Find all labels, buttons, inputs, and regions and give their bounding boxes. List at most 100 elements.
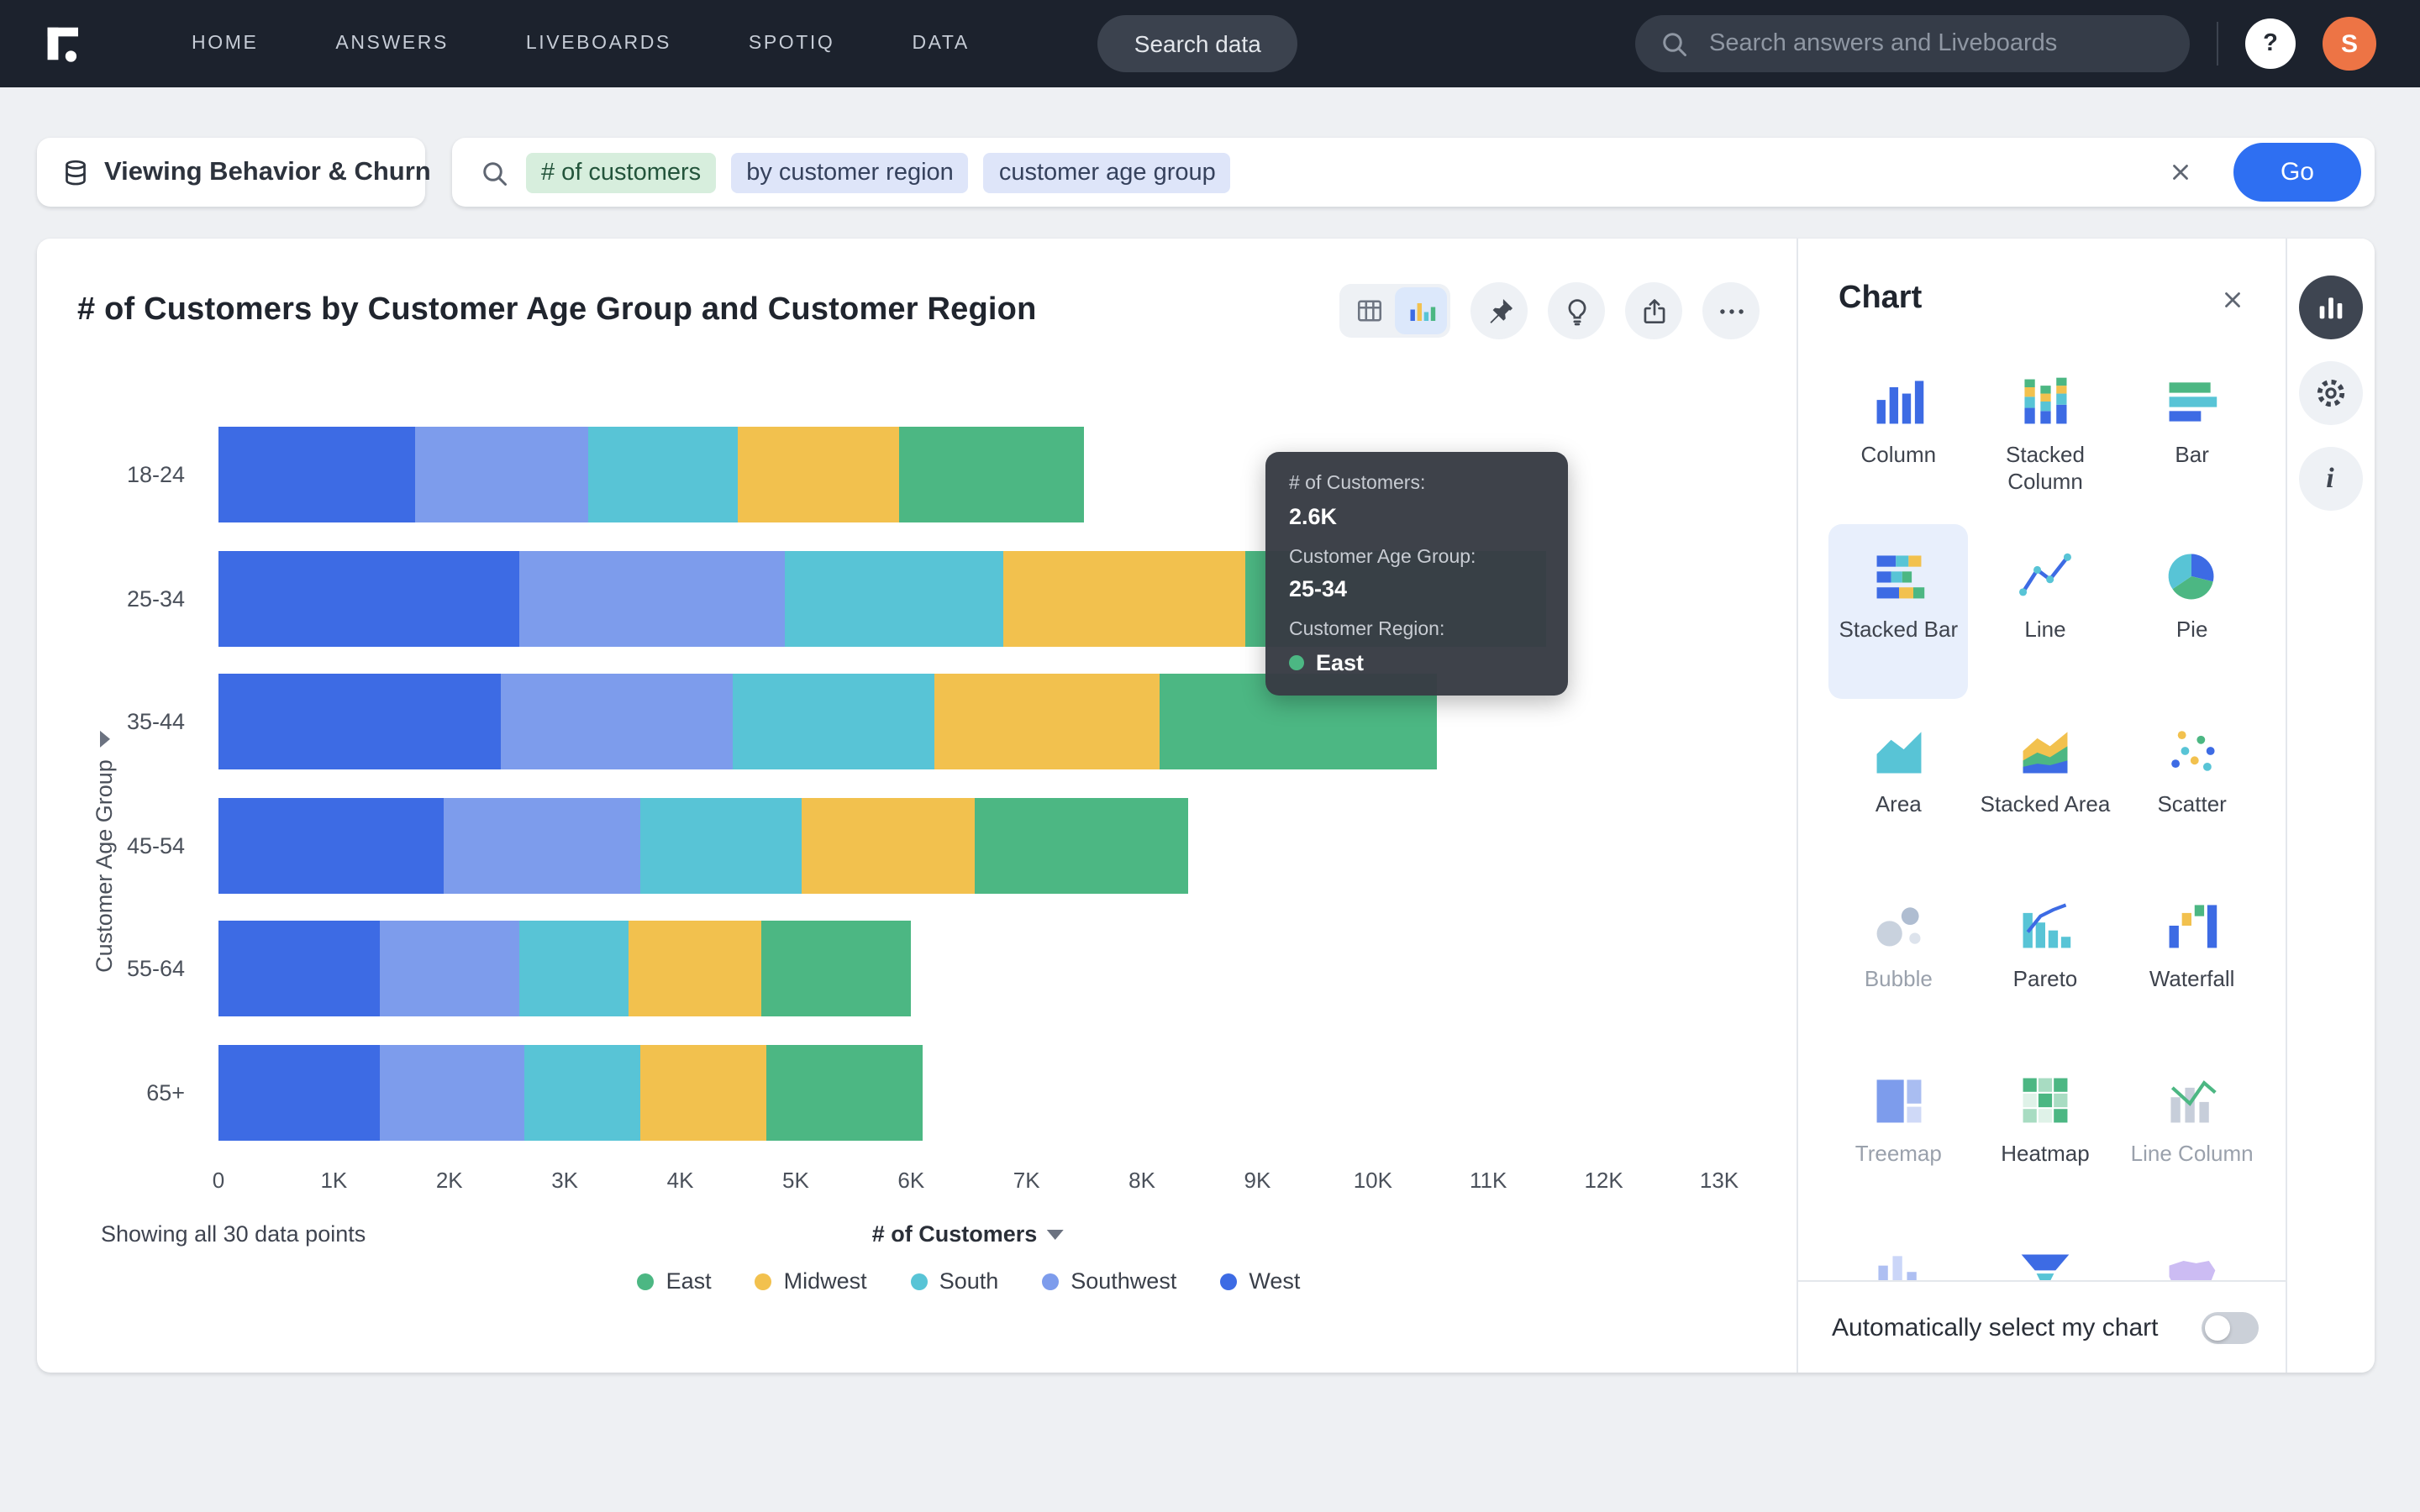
settings-button[interactable]: [2298, 361, 2362, 425]
chart-type-pareto[interactable]: Pareto: [1975, 874, 2116, 1048]
nav-item-liveboards[interactable]: LIVEBOARDS: [526, 34, 671, 54]
bar-segment-south[interactable]: [588, 428, 739, 523]
chart-row: 65+: [37, 1031, 1797, 1154]
auto-select-toggle[interactable]: [2202, 1311, 2259, 1343]
x-axis-metric-selector[interactable]: # of Customers: [872, 1221, 1065, 1247]
data-source-selector[interactable]: Viewing Behavior & Churn: [37, 138, 425, 207]
chart-type-area[interactable]: Area: [1828, 699, 1969, 874]
bar-segment-midwest[interactable]: [639, 1045, 766, 1141]
chart-config-button[interactable]: [2298, 276, 2362, 339]
chart-type-grouped-bar-chart[interactable]: [1828, 1223, 1969, 1280]
close-panel-button[interactable]: [2208, 276, 2255, 323]
chart-type-bar[interactable]: Bar: [2122, 349, 2262, 524]
info-button[interactable]: i: [2298, 447, 2362, 511]
bar-segment-midwest[interactable]: [1003, 551, 1246, 647]
funnel-chart-icon: [2017, 1243, 2074, 1280]
legend-dot: [911, 1273, 928, 1289]
bar-segment-west[interactable]: [218, 428, 415, 523]
query-token-attribute[interactable]: customer age group: [984, 152, 1231, 192]
chart-type-stacked-bar[interactable]: Stacked Bar: [1828, 524, 1969, 699]
nav-item-answers[interactable]: ANSWERS: [335, 34, 449, 54]
bar-segment-east[interactable]: [900, 428, 1085, 523]
answer-toolbar: [1339, 282, 1760, 339]
chart-type-line[interactable]: Line: [1975, 524, 2116, 699]
bar-segment-south[interactable]: [732, 675, 934, 770]
chart-type-bubble[interactable]: Bubble: [1828, 874, 1969, 1048]
bar-segment-midwest[interactable]: [802, 798, 975, 894]
waterfall-chart-icon: [2164, 894, 2221, 954]
bar-segment-midwest[interactable]: [934, 675, 1160, 770]
go-button[interactable]: Go: [2233, 143, 2361, 202]
legend-item-west[interactable]: West: [1220, 1268, 1300, 1294]
global-search[interactable]: [1635, 15, 2190, 72]
x-axis-ticks: 01K2K3K4K5K6K7K8K9K10K11K12K13K: [218, 1161, 1719, 1205]
search-data-button[interactable]: Search data: [1097, 15, 1298, 72]
chart-type-heatmap[interactable]: Heatmap: [1975, 1048, 2116, 1223]
legend-dot: [638, 1273, 655, 1289]
bar-segment-midwest[interactable]: [738, 428, 899, 523]
chart-type-funnel-chart[interactable]: [1975, 1223, 2116, 1280]
bar-segment-midwest[interactable]: [629, 921, 761, 1017]
query-search-bar[interactable]: # of customers by customer region customer…: [452, 138, 2375, 207]
bar-segment-south[interactable]: [639, 798, 801, 894]
chart-type-geo-map-chart[interactable]: [2122, 1223, 2262, 1280]
bar-segment-southwest[interactable]: [380, 1045, 524, 1141]
avatar[interactable]: S: [2323, 17, 2376, 71]
geo-map-chart-icon: [2164, 1243, 2221, 1280]
chart-type-column[interactable]: Column: [1828, 349, 1969, 524]
bar-segment-west[interactable]: [218, 798, 444, 894]
chart-type-pie[interactable]: Pie: [2122, 524, 2262, 699]
insights-bulb-button[interactable]: [1548, 282, 1605, 339]
chart-type-label: Pie: [2176, 617, 2208, 643]
tooltip-region-value: East: [1289, 649, 1544, 675]
bar-segment-west[interactable]: [218, 675, 502, 770]
chart-type-waterfall[interactable]: Waterfall: [2122, 874, 2262, 1048]
region-color-dot: [1289, 654, 1304, 669]
bar-segment-southwest[interactable]: [444, 798, 640, 894]
bar-segment-west[interactable]: [218, 1045, 380, 1141]
more-icon: [1715, 295, 1747, 327]
bar-segment-east[interactable]: [767, 1045, 923, 1141]
query-token-measure[interactable]: # of customers: [526, 152, 716, 192]
caret-down-icon: [1047, 1229, 1064, 1239]
legend-item-south[interactable]: South: [911, 1268, 999, 1294]
chart-type-line-column[interactable]: Line Column: [2122, 1048, 2262, 1223]
chart-type-treemap[interactable]: Treemap: [1828, 1048, 1969, 1223]
bar-segment-east[interactable]: [761, 921, 912, 1017]
legend-item-southwest[interactable]: Southwest: [1042, 1268, 1176, 1294]
legend-item-midwest[interactable]: Midwest: [755, 1268, 867, 1294]
nav-item-home[interactable]: HOME: [192, 34, 258, 54]
bar-segment-west[interactable]: [218, 551, 518, 647]
chart-type-stacked-column[interactable]: Stacked Column: [1975, 349, 2116, 524]
thoughtspot-logo[interactable]: [40, 18, 91, 69]
share-button[interactable]: [1625, 282, 1682, 339]
pin-button[interactable]: [1470, 282, 1528, 339]
chart-type-label: Pareto: [2013, 966, 2078, 993]
bar-segment-east[interactable]: [975, 798, 1188, 894]
bar-segment-south[interactable]: [524, 1045, 639, 1141]
chart-type-stacked-area[interactable]: Stacked Area: [1975, 699, 2116, 874]
global-search-input[interactable]: [1706, 29, 2166, 59]
nav-item-data[interactable]: DATA: [912, 34, 969, 54]
chart-type-scatter[interactable]: Scatter: [2122, 699, 2262, 874]
bar-segment-west[interactable]: [218, 921, 380, 1017]
chart-view-button[interactable]: [1395, 287, 1447, 334]
side-rail: i: [2286, 239, 2373, 1373]
bar-segment-south[interactable]: [518, 921, 629, 1017]
bar-segment-south[interactable]: [784, 551, 1003, 647]
tooltip-group-label: Customer Age Group:: [1289, 545, 1544, 571]
chart-type-label: Column: [1861, 442, 1937, 469]
clear-search-icon[interactable]: [2158, 150, 2203, 195]
table-view-button[interactable]: [1343, 287, 1395, 334]
bar-segment-southwest[interactable]: [380, 921, 518, 1017]
legend-item-east[interactable]: East: [638, 1268, 712, 1294]
share-icon: [1638, 295, 1670, 327]
query-token-attribute[interactable]: by customer region: [731, 152, 969, 192]
legend-label: South: [939, 1268, 999, 1294]
bar-segment-southwest[interactable]: [415, 428, 588, 523]
more-button[interactable]: [1702, 282, 1760, 339]
bar-segment-southwest[interactable]: [518, 551, 784, 647]
nav-item-spotiq[interactable]: SPOTIQ: [749, 34, 835, 54]
bar-segment-southwest[interactable]: [502, 675, 733, 770]
help-button[interactable]: ?: [2245, 18, 2296, 69]
